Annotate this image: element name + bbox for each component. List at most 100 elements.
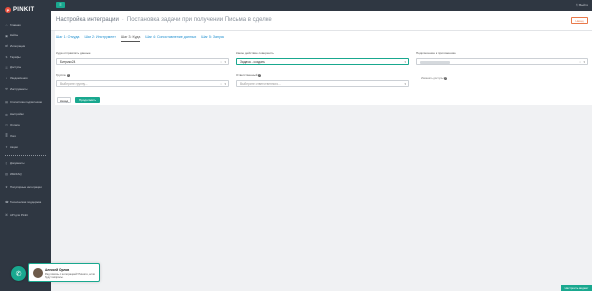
page-title: Настройка интеграции · Постановка задачи п…: [56, 17, 272, 23]
sidebar-item-label: Документы: [10, 161, 25, 166]
responsible-select[interactable]: Выберите ответственного... ▾: [236, 80, 409, 87]
back-button[interactable]: Назад: [57, 97, 71, 103]
chevron-down-icon: ▾: [224, 60, 226, 64]
connect-note[interactable]: Изменить доступы?: [421, 77, 448, 81]
chat-button[interactable]: ✆: [11, 266, 26, 281]
star-icon: ★: [5, 184, 8, 189]
sidebar-item-label: Wiki/FAQ: [10, 171, 22, 176]
logo-icon: P: [5, 7, 11, 13]
sidebar-item[interactable]: ▥ Wiki/FAQ: [0, 169, 51, 180]
chevron-down-icon: ▾: [583, 60, 585, 64]
header-back-button[interactable]: Назад: [571, 17, 588, 24]
group-label: Группа?: [56, 73, 70, 77]
gift-icon: ✦: [5, 144, 8, 149]
responsible-label: Ответственный?: [236, 73, 262, 77]
wizard-tabs: Шаг 1: Откуда Шаг 2: Инструмент Шаг 3: Куд…: [56, 35, 229, 42]
sidebar-nav: ⌂ Главная ▣ Кейсы ⇄ Интеграции $ Тарифы ⚿ Доступы…: [0, 20, 51, 153]
sidebar-item[interactable]: ♪ Уведомления: [0, 73, 51, 84]
dest-select[interactable]: Битрикс24 × ▾: [56, 58, 229, 65]
dest-value: Битрикс24: [60, 60, 76, 64]
clear-icon[interactable]: ×: [220, 59, 222, 65]
sidebar-item-label: Главная: [10, 22, 21, 27]
sidebar-item[interactable]: ▭ Оплата: [0, 121, 51, 132]
sidebar-item[interactable]: ▣ Кейсы: [0, 31, 51, 42]
tab-step-1[interactable]: Шаг 1: Откуда: [56, 35, 79, 42]
responsible-label-text: Ответственный: [236, 73, 258, 77]
action-label: Какое действие совершить: [236, 51, 274, 55]
connect-note-text: Изменить доступы: [421, 77, 444, 81]
brand-logo[interactable]: P PINKIT: [0, 0, 51, 20]
sidebar-item[interactable]: ⇄ Интеграции: [0, 41, 51, 52]
clear-icon[interactable]: ×: [579, 59, 581, 65]
dest-label: Куда отправлять данные: [56, 51, 91, 55]
chat-icon: ✆: [15, 270, 22, 278]
continue-button[interactable]: Продолжить: [75, 97, 100, 103]
group-select[interactable]: Выберите группу... × ▾: [56, 80, 229, 87]
sidebar-item-label: Интеграции: [10, 44, 26, 49]
sidebar-item-label: Настройки: [10, 112, 24, 117]
tab-step-3[interactable]: Шаг 3: Куда: [120, 35, 141, 42]
action-select[interactable]: Задача - создать ▾: [236, 58, 409, 65]
sidebar-item-label: Техническая поддержка: [10, 199, 42, 204]
avatar: [33, 268, 43, 278]
sidebar-item[interactable]: ★ Популярные интеграции: [0, 180, 51, 195]
help-icon[interactable]: ?: [258, 73, 262, 77]
connection-redacted: [420, 60, 450, 64]
topbar: ≡ ⎋ Выйти: [51, 0, 592, 11]
sidebar-item[interactable]: $ Тарифы: [0, 52, 51, 63]
sidebar-item[interactable]: ⚿ Доступы: [0, 63, 51, 74]
responsible-placeholder: Выберите ответственного...: [240, 82, 281, 86]
chevron-down-icon: ▾: [224, 82, 226, 86]
help-icon[interactable]: ?: [444, 77, 448, 80]
sidebar-item[interactable]: ≣ Логи: [0, 131, 51, 142]
sidebar-item-label: Тарифы: [10, 54, 21, 59]
sidebar-nav-secondary: ▯ Документы ▥ Wiki/FAQ ★ Популярные интеграци…: [0, 159, 51, 221]
exit-link[interactable]: ⎋ Выйти: [576, 3, 588, 7]
sidebar-item[interactable]: ⌘ API для Pinkit: [0, 210, 51, 221]
chevron-down-icon: ▾: [404, 60, 406, 64]
tab-step-4[interactable]: Шаг 4: Сопоставление данных: [145, 35, 196, 42]
chat-message: Рад помочь с интеграцией! Пишите, если б…: [45, 273, 95, 279]
wizard-card: Шаг 1: Откуда Шаг 2: Инструмент Шаг 3: Куд…: [55, 31, 592, 105]
sidebar-item-label: API для Pinkit: [10, 212, 28, 217]
wrench-icon: ⚒: [5, 86, 8, 91]
sidebar-item[interactable]: ⚒ Инструменты: [0, 84, 51, 95]
sidebar-item-label: Логи: [10, 133, 16, 138]
help-icon[interactable]: ?: [66, 73, 70, 77]
page-title-main: Настройка интеграции: [56, 17, 119, 23]
widget-settings-button[interactable]: Настроить виджет: [561, 285, 592, 291]
sidebar: P PINKIT ⌂ Главная ▣ Кейсы ⇄ Интеграции $ Тариф…: [0, 0, 51, 291]
sidebar-item-label: Оплата: [10, 123, 20, 128]
sidebar-item[interactable]: ▯ Документы: [0, 159, 51, 170]
tariff-icon: $: [5, 54, 8, 59]
group-placeholder: Выберите группу...: [60, 82, 88, 86]
chat-popup[interactable]: Алексей Орлов Рад помочь с интеграцией! …: [28, 263, 100, 282]
code-icon: ⌘: [5, 212, 8, 217]
menu-icon[interactable]: ≡: [56, 2, 65, 8]
clear-icon[interactable]: ×: [220, 81, 222, 87]
connect-label: Подключение к приложению: [416, 51, 456, 55]
sidebar-item[interactable]: ✦ Акции: [0, 142, 51, 153]
integration-icon: ⇄: [5, 44, 8, 49]
sidebar-item[interactable]: ☎ Техническая поддержка: [0, 195, 51, 210]
chat-agent-name: Алексей Орлов: [45, 268, 70, 272]
sidebar-item-label: Доступы: [10, 65, 22, 70]
home-icon: ⌂: [5, 22, 8, 27]
log-icon: ≣: [5, 134, 8, 139]
gear-icon: ⚙: [5, 112, 8, 117]
sidebar-item[interactable]: ⚙ Настройки: [0, 110, 51, 121]
book-icon: ▥: [5, 172, 8, 177]
support-icon: ☎: [5, 199, 9, 204]
logo-text: PINKIT: [13, 7, 35, 13]
sidebar-item-label: Популярные интеграции: [10, 184, 42, 189]
exit-label: Выйти: [579, 3, 588, 7]
group-label-text: Группа: [56, 73, 66, 77]
sidebar-item[interactable]: ⌂ Главная: [0, 20, 51, 31]
sidebar-item-label: Инструменты: [10, 86, 28, 91]
bell-icon: ♪: [5, 76, 8, 81]
tab-step-5[interactable]: Шаг 5: Запуск: [201, 35, 224, 42]
tab-step-2[interactable]: Шаг 2: Инструмент: [84, 35, 115, 42]
connect-select[interactable]: × ▾: [416, 58, 588, 65]
sidebar-item-label: Акции: [10, 144, 18, 149]
sidebar-item[interactable]: ▤ Статистика подписчиков: [0, 95, 51, 110]
